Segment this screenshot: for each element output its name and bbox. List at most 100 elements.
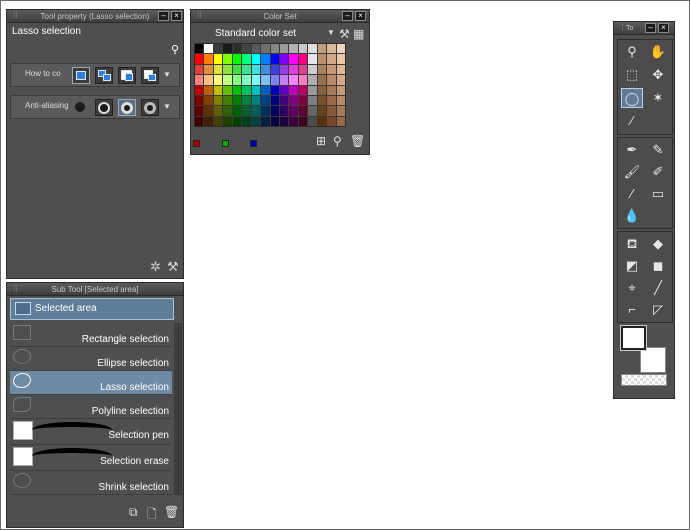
color-swatch[interactable] (204, 85, 213, 95)
color-swatch[interactable] (232, 44, 242, 54)
color-swatch[interactable] (261, 44, 270, 54)
color-swatch[interactable] (204, 44, 213, 54)
color-swatch[interactable] (327, 106, 336, 116)
color-swatch[interactable] (289, 116, 298, 126)
copy-icon[interactable]: ⧉ (129, 505, 138, 520)
color-swatch[interactable] (327, 44, 336, 54)
color-swatch[interactable] (279, 95, 289, 106)
color-swatch[interactable] (317, 44, 327, 54)
color-swatch[interactable] (242, 64, 251, 75)
sub-tool-group-tab[interactable]: Selected area (10, 298, 174, 320)
color-swatch[interactable] (213, 116, 223, 126)
close-button[interactable]: × (355, 11, 366, 21)
hand-icon[interactable]: ✋ (647, 42, 669, 62)
color-swatch[interactable] (327, 85, 336, 95)
anti-alias-strong-icon[interactable] (141, 99, 159, 116)
color-swatch[interactable] (251, 106, 261, 116)
color-swatch[interactable] (308, 85, 317, 95)
magic-wand-icon[interactable]: ✶ (647, 88, 669, 108)
color-swatch[interactable] (336, 116, 345, 126)
anti-alias-none-icon[interactable] (72, 99, 90, 116)
trash-icon[interactable]: 🗑 (164, 505, 179, 519)
wrench-icon[interactable]: ⚒ (339, 27, 350, 41)
color-swatch[interactable] (279, 64, 289, 75)
color-swatch[interactable] (270, 64, 279, 75)
operation-icon[interactable]: ⬚ (621, 65, 643, 85)
color-swatch[interactable] (261, 64, 270, 75)
replace-color-icon[interactable]: ⚲ (333, 134, 342, 148)
airbrush-icon[interactable]: ✐ (647, 162, 669, 182)
sub-tool-item-rectangle[interactable]: Rectangle selection (10, 323, 172, 347)
color-swatch[interactable] (213, 95, 223, 106)
color-swatch[interactable] (232, 106, 242, 116)
scrollbar[interactable] (174, 323, 182, 495)
color-swatch[interactable] (242, 106, 251, 116)
color-swatch[interactable] (242, 116, 251, 126)
color-swatch[interactable] (251, 75, 261, 85)
color-swatch[interactable] (279, 44, 289, 54)
color-swatch[interactable] (279, 85, 289, 95)
figure-icon[interactable]: ⌖ (621, 278, 643, 298)
search-icon[interactable]: ⚲ (171, 44, 183, 56)
color-swatch[interactable] (317, 116, 327, 126)
color-swatch[interactable] (195, 75, 204, 85)
color-swatch[interactable] (308, 44, 317, 54)
anti-alias-weak-icon[interactable] (95, 99, 113, 116)
color-swatch[interactable] (289, 44, 298, 54)
color-swatch[interactable] (242, 54, 251, 64)
new-selection-mode-icon[interactable] (72, 67, 90, 84)
color-swatch[interactable] (336, 106, 345, 116)
chevron-down-icon[interactable]: ▼ (327, 28, 335, 37)
close-button[interactable]: × (171, 11, 182, 21)
color-swatch[interactable] (298, 64, 308, 75)
anti-alias-medium-icon[interactable] (118, 99, 136, 116)
color-swatch[interactable] (242, 85, 251, 95)
color-swatch[interactable] (242, 75, 251, 85)
color-swatch[interactable] (279, 75, 289, 85)
color-swatch[interactable] (223, 106, 232, 116)
color-swatch[interactable] (195, 64, 204, 75)
sub-tool-item-polyline[interactable]: Polyline selection (10, 395, 172, 419)
color-swatch[interactable] (232, 64, 242, 75)
gradient-icon[interactable]: ◩ (621, 256, 643, 276)
color-swatch[interactable] (336, 64, 345, 75)
color-swatch[interactable] (204, 116, 213, 126)
color-swatch[interactable] (223, 116, 232, 126)
tool-palette-titlebar[interactable]: ⁞ To – × (614, 22, 674, 35)
color-swatch[interactable] (298, 106, 308, 116)
color-swatch[interactable] (317, 64, 327, 75)
color-swatch[interactable] (336, 95, 345, 106)
color-swatch[interactable] (213, 64, 223, 75)
trash-icon[interactable]: 🗑 (350, 134, 365, 148)
sub-tool-item-selection-erase[interactable]: Selection erase (10, 445, 172, 471)
color-swatch[interactable] (261, 116, 270, 126)
move-layer-icon[interactable]: ✥ (647, 65, 669, 85)
intersect-selection-mode-icon[interactable] (141, 67, 159, 84)
color-swatch[interactable] (308, 106, 317, 116)
color-swatch[interactable] (195, 95, 204, 106)
color-swatch[interactable] (251, 44, 261, 54)
color-swatch[interactable] (270, 95, 279, 106)
sub-tool-item-selection-pen[interactable]: Selection pen (10, 419, 172, 445)
minimize-button[interactable]: – (645, 23, 656, 33)
add-selection-mode-icon[interactable] (95, 67, 113, 84)
color-swatch[interactable] (261, 75, 270, 85)
color-swatch[interactable] (232, 54, 242, 64)
color-set-titlebar[interactable]: ⁞⁞ Color Set – × (191, 10, 369, 23)
color-swatch[interactable] (193, 140, 200, 147)
color-swatch[interactable] (195, 85, 204, 95)
color-swatch[interactable] (289, 95, 298, 106)
color-swatch[interactable] (204, 106, 213, 116)
new-page-icon[interactable]: 🗋 (147, 505, 157, 526)
color-swatch[interactable] (261, 106, 270, 116)
color-swatch[interactable] (270, 85, 279, 95)
main-color-swatch[interactable] (620, 325, 647, 351)
color-swatch[interactable] (261, 95, 270, 106)
color-swatch[interactable] (223, 54, 232, 64)
color-swatch[interactable] (232, 95, 242, 106)
minimize-button[interactable]: – (158, 11, 169, 21)
color-swatch[interactable] (308, 54, 317, 64)
color-swatch[interactable] (232, 116, 242, 126)
color-swatch[interactable] (327, 54, 336, 64)
sub-tool-item-shrink[interactable]: Shrink selection (10, 471, 172, 495)
